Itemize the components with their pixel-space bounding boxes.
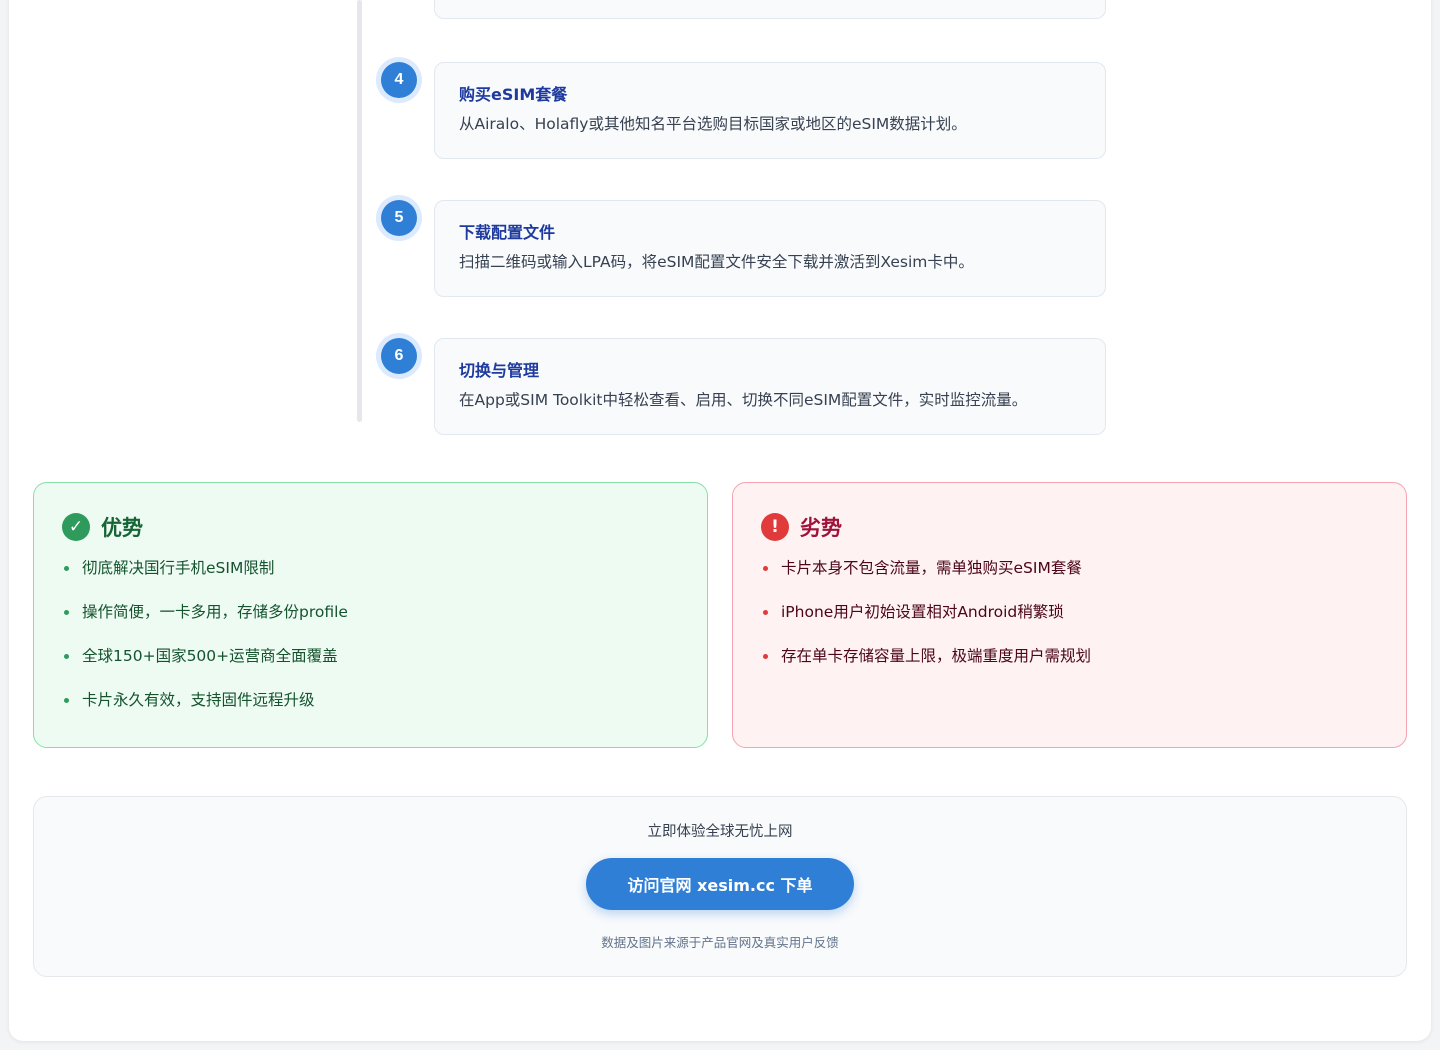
cons-item-text: iPhone用户初始设置相对Android稍繁琐 — [781, 603, 1064, 621]
bullet-icon — [64, 566, 69, 571]
pros-item: 全球150+国家500+运营商全面覆盖 — [62, 645, 679, 689]
pros-item: 操作简便，一卡多用，存储多份profile — [62, 601, 679, 645]
check-icon: ✓ — [62, 513, 90, 541]
cons-item: 存在单卡存储容量上限，极端重度用户需规划 — [761, 645, 1378, 689]
step-description: 扫描二维码或输入LPA码，将eSIM配置文件安全下载并激活到Xesim卡中。 — [459, 253, 974, 271]
pros-title: 优势 — [101, 516, 143, 540]
pros-panel: ✓ 优势 彻底解决国行手机eSIM限制 操作简便，一卡多用，存储多份profil… — [33, 482, 708, 748]
step-number-badge: 6 — [376, 333, 422, 379]
cta-text: 立即体验全球无忧上网 — [647, 824, 793, 840]
step-title: 下载配置文件 — [459, 223, 556, 242]
step-description: 从Airalo、Holafly或其他知名平台选购目标国家或地区的eSIM数据计划… — [459, 115, 967, 133]
pros-item: 卡片永久有效，支持固件远程升级 — [62, 689, 679, 733]
bullet-icon — [64, 610, 69, 615]
step-number-badge: 5 — [376, 195, 422, 241]
bullet-icon — [763, 654, 768, 659]
step-number: 6 — [381, 338, 417, 374]
pros-item-text: 彻底解决国行手机eSIM限制 — [82, 559, 275, 577]
pros-header: ✓ 优势 — [62, 511, 679, 543]
visit-website-button[interactable]: 访问官网 xesim.cc 下单 — [586, 858, 854, 910]
cons-header: ! 劣势 — [761, 511, 1378, 543]
pros-item-text: 操作简便，一卡多用，存储多份profile — [82, 603, 348, 621]
pros-item-text: 全球150+国家500+运营商全面覆盖 — [82, 647, 338, 665]
step-number: 5 — [381, 200, 417, 236]
pros-list: 彻底解决国行手机eSIM限制 操作简便，一卡多用，存储多份profile 全球1… — [62, 557, 679, 733]
step-description: 在App或SIM Toolkit中轻松查看、启用、切换不同eSIM配置文件，实时… — [459, 391, 1028, 409]
cta-section: 立即体验全球无忧上网 访问官网 xesim.cc 下单 数据及图片来源于产品官网… — [33, 796, 1407, 977]
cons-list: 卡片本身不包含流量，需单独购买eSIM套餐 iPhone用户初始设置相对Andr… — [761, 557, 1378, 689]
step-title: 购买eSIM套餐 — [459, 85, 568, 104]
bullet-icon — [64, 654, 69, 659]
bullet-icon — [763, 610, 768, 615]
step-card: 下载配置文件 扫描二维码或输入LPA码，将eSIM配置文件安全下载并激活到Xes… — [434, 200, 1106, 297]
step-number: 4 — [381, 62, 417, 98]
bullet-icon — [763, 566, 768, 571]
bullet-icon — [64, 698, 69, 703]
source-note: 数据及图片来源于产品官网及真实用户反馈 — [601, 935, 839, 950]
step-number-badge: 4 — [376, 57, 422, 103]
cons-item: iPhone用户初始设置相对Android稍繁琐 — [761, 601, 1378, 645]
cons-title: 劣势 — [800, 516, 842, 540]
cons-panel: ! 劣势 卡片本身不包含流量，需单独购买eSIM套餐 iPhone用户初始设置相… — [732, 482, 1407, 748]
pros-item-text: 卡片永久有效，支持固件远程升级 — [82, 691, 315, 709]
cons-item-text: 卡片本身不包含流量，需单独购买eSIM套餐 — [781, 559, 1082, 577]
pros-item: 彻底解决国行手机eSIM限制 — [62, 557, 679, 601]
cons-item: 卡片本身不包含流量，需单独购买eSIM套餐 — [761, 557, 1378, 601]
step-title: 切换与管理 — [459, 361, 540, 380]
alert-icon: ! — [761, 513, 789, 541]
cons-item-text: 存在单卡存储容量上限，极端重度用户需规划 — [781, 647, 1092, 665]
step-card: 切换与管理 在App或SIM Toolkit中轻松查看、启用、切换不同eSIM配… — [434, 338, 1106, 435]
timeline-line — [357, 0, 362, 422]
step-card: 购买eSIM套餐 从Airalo、Holafly或其他知名平台选购目标国家或地区… — [434, 62, 1106, 159]
step-card-previous — [434, 0, 1106, 19]
